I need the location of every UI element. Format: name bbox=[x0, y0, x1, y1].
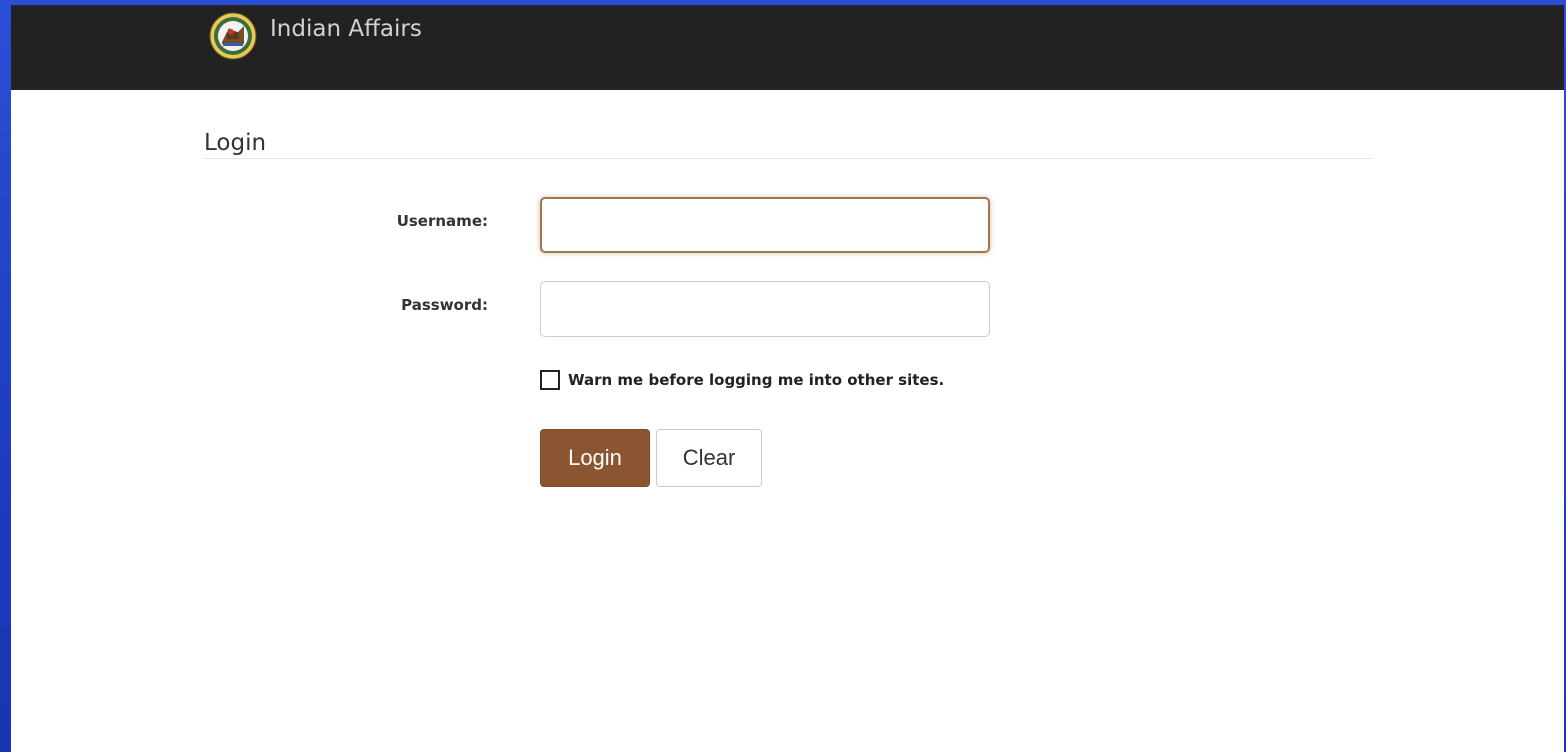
username-input[interactable] bbox=[540, 197, 990, 253]
heading-divider bbox=[204, 158, 1373, 159]
password-input[interactable] bbox=[540, 281, 990, 337]
warn-checkbox[interactable] bbox=[540, 370, 560, 390]
warn-option: Warn me before logging me into other sit… bbox=[540, 367, 944, 393]
username-label: Username: bbox=[396, 212, 488, 230]
department-seal-icon[interactable] bbox=[209, 12, 257, 60]
brand-title[interactable]: Indian Affairs bbox=[270, 14, 422, 44]
warn-checkbox-label[interactable]: Warn me before logging me into other sit… bbox=[568, 371, 944, 389]
clear-button[interactable]: Clear bbox=[656, 429, 762, 487]
top-navbar: Indian Affairs bbox=[11, 5, 1564, 90]
password-label: Password: bbox=[401, 296, 488, 314]
page-title: Login bbox=[204, 130, 267, 156]
login-button[interactable]: Login bbox=[540, 429, 650, 487]
login-page: Indian Affairs Login Username: Password:… bbox=[11, 5, 1564, 752]
